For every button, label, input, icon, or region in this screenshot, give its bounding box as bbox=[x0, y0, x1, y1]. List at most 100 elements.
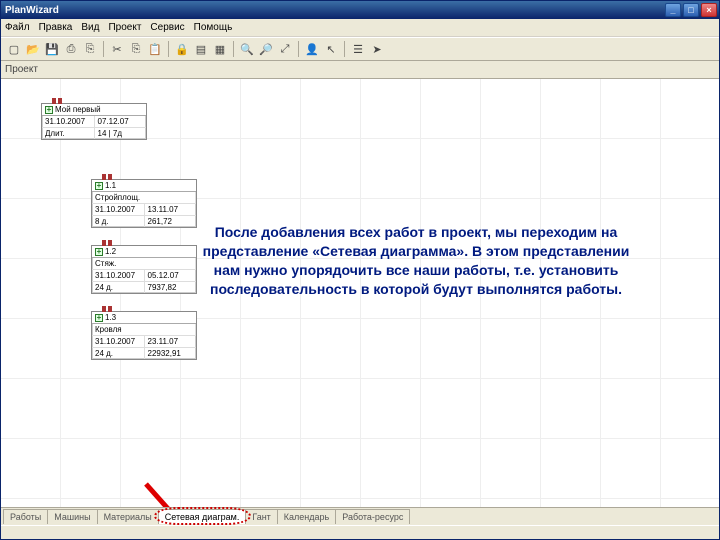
node-cost: 261,72 bbox=[145, 216, 197, 227]
node-cost: 22932,91 bbox=[145, 348, 197, 359]
tab-0[interactable]: Работы bbox=[3, 509, 48, 524]
node-dates-row: 31.10.200707.12.07 bbox=[42, 116, 146, 128]
node-tick-icon bbox=[102, 306, 106, 312]
node-start-date: 31.10.2007 bbox=[42, 116, 95, 127]
node-tick-icon bbox=[58, 98, 62, 104]
node-values-row: 8 д.261,72 bbox=[92, 216, 196, 227]
node-dates-row: 31.10.200705.12.07 bbox=[92, 270, 196, 282]
toolbar-separator bbox=[233, 41, 234, 57]
tab-6[interactable]: Работа-ресурс bbox=[335, 509, 410, 524]
print-icon[interactable]: ⎙ bbox=[62, 40, 80, 58]
toolbar: ▢📂💾⎙⎘✂⎘📋🔒▤▦🔍🔎⤢👤↖☰➤ bbox=[1, 37, 719, 61]
menu-item-4[interactable]: Сервис bbox=[150, 22, 184, 33]
node-tick-icon bbox=[52, 98, 56, 104]
node-name: 1.1 bbox=[105, 181, 193, 190]
red-arrow-annotation bbox=[141, 479, 201, 507]
node-dates-row: 31.10.200723.11.07 bbox=[92, 336, 196, 348]
node-header: +Мой первый bbox=[42, 104, 146, 116]
list-icon[interactable]: ☰ bbox=[349, 40, 367, 58]
toolbar-separator bbox=[298, 41, 299, 57]
open-icon[interactable]: 📂 bbox=[24, 40, 42, 58]
node-tick-icon bbox=[102, 174, 106, 180]
new-icon[interactable]: ▢ bbox=[5, 40, 23, 58]
maximize-button[interactable]: □ bbox=[683, 3, 699, 17]
node-tick-icon bbox=[102, 240, 106, 246]
lock-icon[interactable]: 🔒 bbox=[173, 40, 191, 58]
node-start-date: 31.10.2007 bbox=[92, 204, 145, 215]
node-dates-row: 31.10.200713.11.07 bbox=[92, 204, 196, 216]
status-bar bbox=[1, 525, 719, 539]
tab-strip: РаботыМашиныМатериалыСетевая диаграм.Ган… bbox=[1, 507, 719, 525]
node-start-date: 31.10.2007 bbox=[92, 336, 145, 347]
node-cost: 14 | 7д bbox=[95, 128, 147, 139]
menu-item-2[interactable]: Вид bbox=[81, 22, 99, 33]
node-duration: 8 д. bbox=[92, 216, 145, 227]
menu-item-0[interactable]: Файл bbox=[5, 22, 30, 33]
network-canvas[interactable]: После добавления всех работ в проект, мы… bbox=[1, 79, 719, 507]
node-subtitle: Кровля bbox=[92, 324, 196, 335]
node-subtitle-row: Стяж. bbox=[92, 258, 196, 270]
menu-bar: Файл Правка Вид Проект Сервис Помощь bbox=[1, 19, 719, 37]
cursor-icon[interactable]: ↖ bbox=[322, 40, 340, 58]
node-name: Мой первый bbox=[55, 105, 143, 114]
person-icon[interactable]: 👤 bbox=[303, 40, 321, 58]
tab-5[interactable]: Календарь bbox=[277, 509, 336, 524]
node-subtitle: Стяж. bbox=[92, 258, 196, 269]
tab-4[interactable]: Гант bbox=[245, 509, 277, 524]
node-end-date: 13.11.07 bbox=[145, 204, 197, 215]
tab-2[interactable]: Материалы bbox=[97, 509, 159, 524]
zoom-in-icon[interactable]: 🔍 bbox=[238, 40, 256, 58]
task-node-0[interactable]: +Мой первый31.10.200707.12.07Длит.14 | 7… bbox=[41, 103, 147, 140]
task-node-1[interactable]: +1.1Стройплощ.31.10.200713.11.078 д.261,… bbox=[91, 179, 197, 228]
expand-icon[interactable]: + bbox=[45, 106, 53, 114]
node-header: +1.1 bbox=[92, 180, 196, 192]
task-node-2[interactable]: +1.2Стяж.31.10.200705.12.0724 д.7937,82 bbox=[91, 245, 197, 294]
grid-icon[interactable]: ▦ bbox=[211, 40, 229, 58]
node-duration: 24 д. bbox=[92, 348, 145, 359]
expand-icon[interactable]: + bbox=[95, 248, 103, 256]
node-subtitle-row: Кровля bbox=[92, 324, 196, 336]
node-duration: Длит. bbox=[42, 128, 95, 139]
expand-icon[interactable]: + bbox=[95, 182, 103, 190]
tab-3[interactable]: Сетевая диаграм. bbox=[158, 509, 247, 524]
node-tick-icon bbox=[108, 306, 112, 312]
node-end-date: 07.12.07 bbox=[95, 116, 147, 127]
project-label: Проект bbox=[5, 64, 38, 75]
node-values-row: 24 д.22932,91 bbox=[92, 348, 196, 359]
node-end-date: 05.12.07 bbox=[145, 270, 197, 281]
zoom-fit-icon[interactable]: ⤢ bbox=[276, 40, 294, 58]
title-bar: PlanWizard _ □ × bbox=[1, 1, 719, 19]
node-values-row: 24 д.7937,82 bbox=[92, 282, 196, 293]
node-tick-icon bbox=[108, 240, 112, 246]
node-cost: 7937,82 bbox=[145, 282, 197, 293]
node-subtitle: Стройплощ. bbox=[92, 192, 196, 203]
sub-toolbar: Проект bbox=[1, 61, 719, 79]
save-icon[interactable]: 💾 bbox=[43, 40, 61, 58]
node-tick-icon bbox=[108, 174, 112, 180]
align-icon[interactable]: ▤ bbox=[192, 40, 210, 58]
copy-icon[interactable]: ⎘ bbox=[81, 40, 99, 58]
instruction-text: После добавления всех работ в проект, мы… bbox=[201, 223, 631, 299]
cut-icon[interactable]: ✂ bbox=[108, 40, 126, 58]
toolbar-separator bbox=[103, 41, 104, 57]
expand-icon[interactable]: + bbox=[95, 314, 103, 322]
arrow-icon[interactable]: ➤ bbox=[368, 40, 386, 58]
tab-1[interactable]: Машины bbox=[47, 509, 97, 524]
minimize-button[interactable]: _ bbox=[665, 3, 681, 17]
paste-icon[interactable]: 📋 bbox=[146, 40, 164, 58]
zoom-out-icon[interactable]: 🔎 bbox=[257, 40, 275, 58]
close-button[interactable]: × bbox=[701, 3, 717, 17]
menu-item-5[interactable]: Помощь bbox=[194, 22, 233, 33]
node-name: 1.3 bbox=[105, 313, 193, 322]
copy2-icon[interactable]: ⎘ bbox=[127, 40, 145, 58]
node-values-row: Длит.14 | 7д bbox=[42, 128, 146, 139]
app-title: PlanWizard bbox=[5, 5, 665, 16]
node-name: 1.2 bbox=[105, 247, 193, 256]
task-node-3[interactable]: +1.3Кровля31.10.200723.11.0724 д.22932,9… bbox=[91, 311, 197, 360]
node-header: +1.2 bbox=[92, 246, 196, 258]
node-header: +1.3 bbox=[92, 312, 196, 324]
toolbar-separator bbox=[344, 41, 345, 57]
menu-item-3[interactable]: Проект bbox=[108, 22, 141, 33]
menu-item-1[interactable]: Правка bbox=[39, 22, 73, 33]
node-duration: 24 д. bbox=[92, 282, 145, 293]
